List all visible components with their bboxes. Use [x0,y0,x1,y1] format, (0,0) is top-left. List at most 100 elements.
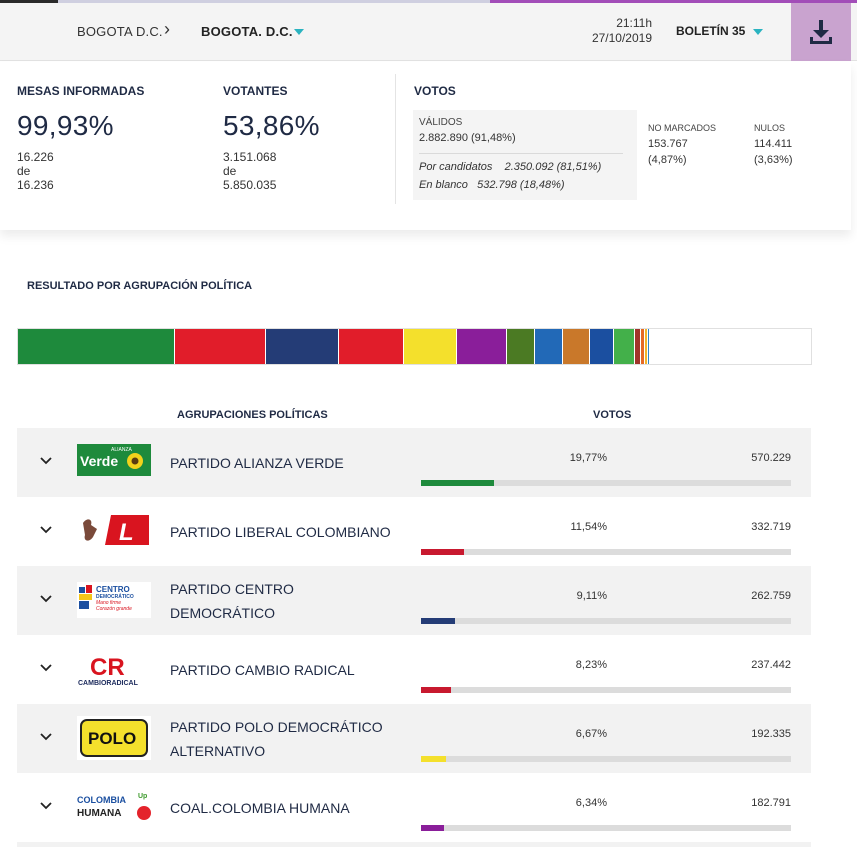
en-blanco-value: 532.798 (18,48%) [477,179,565,191]
chevron-down-icon[interactable] [39,454,53,468]
party-votes: 262.759 [751,590,791,602]
alianza-verde-logo: ALIANZA Verde [77,444,151,480]
colombia-humana-logo-small: Up [138,793,147,800]
colombia-humana-logo: COLOMBIA HUMANA Up [77,789,151,825]
por-candidatos-label: Por candidatos [419,161,493,173]
nulos-label: NULOS [754,123,786,133]
header-bar: BOGOTA D.C. › BOGOTA. D.C. 21:11h 27/10/… [0,3,857,61]
no-marcados-label: NO MARCADOS [648,123,717,133]
party-votes: 192.335 [751,728,791,740]
party-percent: 9,11% [576,590,607,602]
column-header-votes: VOTOS [593,409,632,421]
summary-divider [395,74,396,204]
party-distribution-segment [338,329,404,364]
party-progress-track [421,549,791,555]
colombia-humana-logo-text-2: HUMANA [77,808,121,819]
party-row[interactable]: POLO PARTIDO POLO DEMOCRÁTICO ALTERNATIV… [17,704,811,773]
party-progress-fill [421,480,495,486]
party-progress-fill [421,618,455,624]
nulos-percent: (3,63%) [754,154,793,166]
en-blanco-row: En blanco 532.798 (18,48%) [419,179,565,191]
party-name-line: ALTERNATIVO [170,743,266,759]
centro-logo-text-2: DEMOCRÁTICO [96,593,134,600]
por-candidatos-row: Por candidatos 2.350.092 (81,51%) [419,161,601,173]
party-name-line: PARTIDO POLO DEMOCRÁTICO [170,719,383,735]
votantes-counts: 3.151.068 de 5.850.035 [223,150,276,192]
party-distribution-segment [590,329,614,364]
party-row[interactable] [17,842,811,847]
chevron-down-icon[interactable] [39,523,53,537]
nulos-values: 114.411 (3,63%) [754,136,793,168]
party-distribution-segment [535,329,564,364]
party-distribution-segment [613,329,635,364]
no-marcados-value: 153.767 [648,138,688,150]
party-row[interactable]: ALIANZA Verde PARTIDO ALIANZA VERDE 19,7… [17,428,811,497]
party-distribution-segment [563,329,591,364]
party-progress-fill [421,687,452,693]
party-distribution-segment [403,329,457,364]
column-header-parties: AGRUPACIONES POLÍTICAS [177,409,328,421]
por-candidatos-value: 2.350.092 (81,51%) [504,161,602,173]
centro-democratico-logo: CENTRO DEMOCRÁTICO Mano firme Corazón gr… [77,582,151,618]
bulletin-dropdown-caret-icon[interactable] [753,29,763,35]
party-distribution-bar [17,328,812,365]
party-row[interactable]: CENTRO DEMOCRÁTICO Mano firme Corazón gr… [17,566,811,635]
mesas-de: de [17,164,31,178]
no-marcados-percent: (4,87%) [648,154,687,166]
party-votes: 182.791 [751,797,791,809]
chevron-down-icon[interactable] [39,799,53,813]
validos-label: VÁLIDOS [419,117,463,128]
party-name-line: PARTIDO CENTRO [170,581,294,597]
party-name-line: DEMOCRÁTICO [170,605,275,621]
mesas-total: 16.236 [17,178,54,192]
download-button[interactable] [791,3,851,61]
download-icon [810,20,832,44]
votantes-de: de [223,164,237,178]
party-name: COAL.COLOMBIA HUMANA [170,800,350,816]
colombia-humana-logo-text: COLOMBIA [77,795,126,805]
party-distribution-segment [174,329,267,364]
validos-rule [419,153,623,154]
bulletin-time: 21:11h [616,16,652,30]
bulletin-date: 27/10/2019 [591,31,652,45]
party-row[interactable]: CR CAMBIORADICAL PARTIDO CAMBIO RADICAL … [17,635,811,704]
party-name: PARTIDO CENTRO DEMOCRÁTICO [170,577,294,625]
municipality-dropdown-caret-icon[interactable] [294,29,304,35]
party-row[interactable]: L PARTIDO LIBERAL COLOMBIANO 11,54% 332.… [17,497,811,566]
party-percent: 6,67% [575,728,607,740]
centro-logo-tagline-2: Corazón grande [96,606,132,612]
mesas-percent: 99,93% [17,110,114,141]
mesas-count: 16.226 [17,150,54,164]
party-name: PARTIDO LIBERAL COLOMBIANO [170,524,391,540]
party-progress-track [421,480,791,486]
party-distribution-segment [506,329,536,364]
partido-liberal-logo: L [77,513,151,549]
chevron-down-icon[interactable] [39,730,53,744]
municipality-selector[interactable]: BOGOTA. D.C. [201,24,293,39]
party-distribution-segment [650,329,811,364]
chevron-down-icon[interactable] [39,592,53,606]
breadcrumb-region[interactable]: BOGOTA D.C. [77,24,163,39]
party-row[interactable]: COLOMBIA HUMANA Up COAL.COLOMBIA HUMANA … [17,773,811,842]
validos-value: 2.882.890 (91,48%) [419,132,516,144]
no-marcados-values: 153.767 (4,87%) [648,136,688,168]
bulletin-selector[interactable]: BOLETÍN 35 [676,24,745,38]
alianza-logo-text: Verde [80,453,118,469]
votantes-label: VOTANTES [223,84,288,98]
polo-democratico-logo: POLO [77,716,151,760]
mesas-counts: 16.226 de 16.236 [17,150,54,192]
centro-logo-text: CENTRO [96,585,130,594]
chevron-down-icon[interactable] [39,661,53,675]
en-blanco-label: En blanco [419,179,468,191]
party-progress-track [421,756,791,762]
party-percent: 6,34% [575,797,607,809]
cambio-radical-logo-text: CR [90,654,125,681]
polo-logo-text: POLO [88,729,136,748]
votos-label: VOTOS [414,84,456,98]
party-distribution-segment [18,329,175,364]
summary-panel: MESAS INFORMADAS 99,93% 16.226 de 16.236… [0,62,851,230]
party-progress-track [421,825,791,831]
party-progress-fill [421,756,446,762]
party-percent: 11,54% [570,521,608,533]
results-title: RESULTADO POR AGRUPACIÓN POLÍTICA [27,280,253,292]
